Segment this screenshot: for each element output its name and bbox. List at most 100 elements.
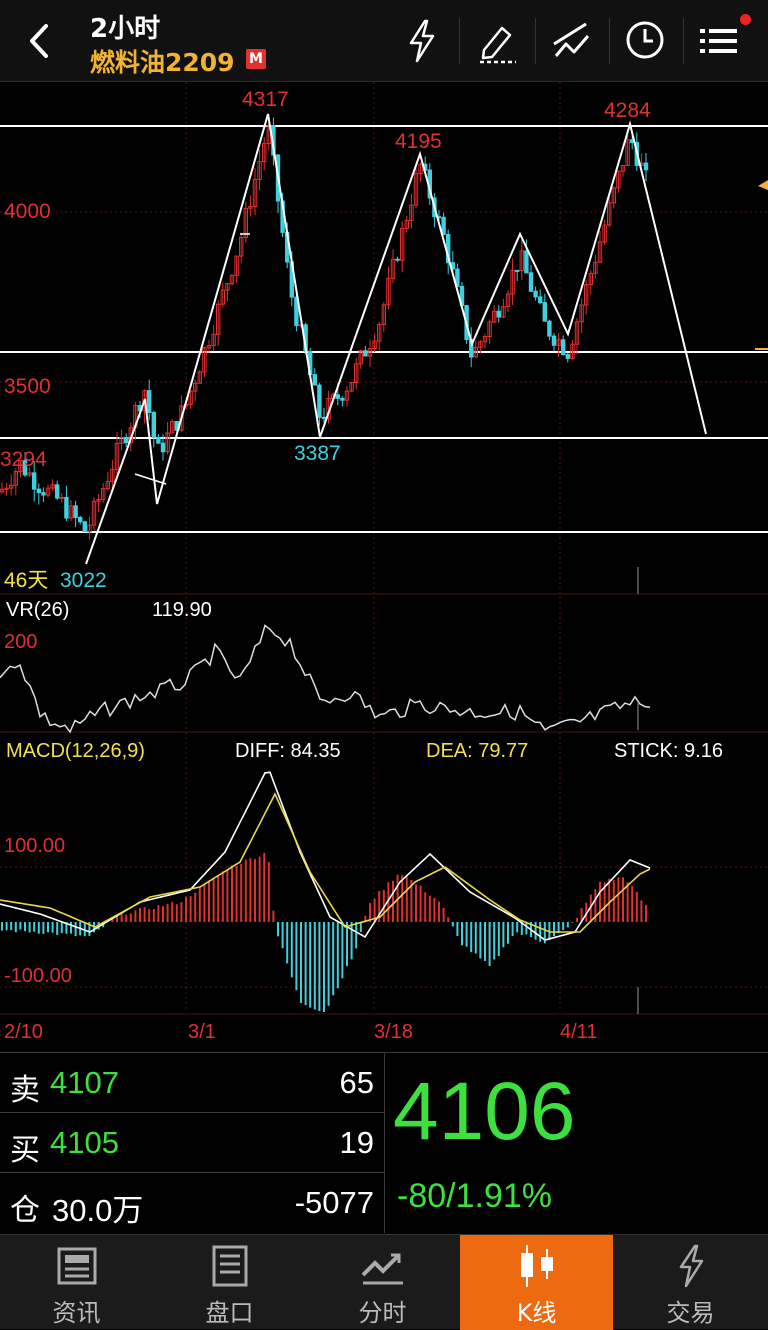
tab-label: 盘口 [205, 1299, 254, 1327]
period-label[interactable]: 2小时 [90, 8, 160, 45]
pen-button[interactable] [472, 16, 522, 66]
candlesticks [0, 114, 649, 540]
buy-volume: 19 [339, 1125, 374, 1160]
tab-order-book[interactable]: 盘口 [153, 1235, 306, 1330]
tab-label: 交易 [666, 1299, 715, 1327]
buy-label: 买 [10, 1134, 40, 1167]
menu-button[interactable] [696, 16, 746, 66]
open-interest-label: 仓 [10, 1194, 40, 1227]
candle-body [496, 310, 502, 318]
candle-body [524, 250, 529, 274]
clock-icon [626, 21, 664, 59]
sell-row[interactable]: 卖 4107 65 [0, 1053, 385, 1113]
sell-price: 4107 [50, 1065, 119, 1100]
candle-body [312, 374, 318, 386]
candle-body [41, 492, 46, 496]
candle-body [441, 216, 446, 235]
intraday-chart-icon [361, 1253, 403, 1285]
candle-body [59, 496, 64, 499]
candle-body [538, 296, 543, 304]
candle-body [160, 442, 166, 453]
open-interest-change: -5077 [294, 1185, 374, 1220]
candle-body [321, 416, 327, 420]
candle-body [64, 496, 69, 519]
candle-body [533, 290, 538, 298]
lightning-button[interactable] [397, 16, 447, 66]
candle-body [73, 505, 78, 518]
main-contract-badge: M [246, 49, 266, 69]
open-interest-value: 30.0万 [52, 1193, 144, 1228]
vr-line [0, 624, 651, 734]
macd-axis-label: 100.00 [4, 835, 65, 857]
candle-body [551, 335, 557, 346]
tab-trade[interactable]: 交易 [614, 1235, 767, 1330]
tab-label: 分时 [358, 1299, 407, 1327]
vr-title: VR(26) [6, 599, 69, 621]
candle-body [547, 320, 552, 337]
date-label: 3/1 [188, 1021, 216, 1043]
candle-body [151, 411, 157, 438]
lightning-icon [409, 19, 435, 63]
candle-body [363, 350, 368, 357]
tab-label: K线 [516, 1299, 557, 1327]
top-bar: 2小时 燃料油2209 M [0, 0, 768, 82]
candle-body [565, 354, 570, 359]
tab-intraday[interactable]: 分时 [306, 1235, 459, 1330]
tab-news[interactable]: 资讯 [0, 1235, 153, 1330]
candle-body [55, 484, 60, 499]
peak-label: 4317 [242, 88, 289, 111]
peak-label: 4195 [395, 130, 442, 153]
candle-body [335, 394, 341, 399]
menu-icon [700, 29, 737, 53]
macd-title: MACD(12,26,9) [6, 740, 145, 762]
macd-diff: DIFF: 84.35 [235, 740, 341, 762]
header-divider [683, 18, 684, 64]
tab-label: 资讯 [52, 1299, 101, 1327]
price-axis-label: 3294 [0, 448, 47, 471]
days-label: 46天 [4, 569, 48, 592]
candle-body [643, 162, 649, 171]
buy-price: 4105 [50, 1125, 119, 1160]
kline-chart[interactable]: 4000 3500 3294 4317 4195 4284 3387 3022 … [0, 82, 768, 1052]
clock-button[interactable] [621, 16, 671, 66]
peak-label: 4284 [604, 99, 651, 122]
candle-body [156, 436, 161, 444]
buy-row[interactable]: 买 4105 19 [0, 1113, 385, 1173]
macd-axis-label: -100.00 [4, 965, 72, 987]
bottom-tab-bar: 资讯 盘口 分时 K线 交易 [0, 1234, 768, 1330]
candle-body [32, 472, 37, 490]
candle-body [561, 339, 566, 356]
trough-label: 3387 [294, 442, 341, 465]
zigzag-line [134, 473, 167, 485]
trade-icon [679, 1244, 704, 1288]
candle-body [515, 269, 520, 272]
tab-kline[interactable]: K线 [460, 1235, 613, 1330]
draw-lines-button[interactable] [546, 16, 596, 66]
macd-dea-line [0, 792, 651, 933]
back-button[interactable] [18, 16, 58, 66]
vr-axis-label: 200 [4, 631, 37, 653]
candle-body [528, 272, 534, 292]
header-divider [609, 18, 610, 64]
candlestick-icon [521, 1245, 553, 1287]
macd-dea: DEA: 79.77 [426, 740, 528, 762]
candle-body [542, 302, 547, 322]
candle-body [317, 384, 322, 418]
open-interest-row: 仓 30.0万 -5077 [0, 1173, 385, 1233]
date-label: 4/11 [560, 1021, 597, 1043]
zigzag-line[interactable] [85, 113, 707, 565]
candle-body [36, 488, 41, 494]
candle-body [395, 258, 400, 261]
header-divider [535, 18, 536, 64]
candle-body [82, 521, 87, 533]
contract-name[interactable]: 燃料油2209 [90, 43, 235, 79]
order-book-icon [212, 1245, 248, 1287]
price-axis-label: 4000 [4, 200, 51, 223]
sell-label: 卖 [10, 1074, 40, 1107]
candle-body [340, 397, 345, 401]
macd-stick: STICK: 9.16 [614, 740, 723, 762]
trough-label: 3022 [60, 569, 107, 592]
price-axis-label: 3500 [4, 375, 51, 398]
macd-diff-line [0, 771, 651, 941]
candle-body [147, 390, 152, 413]
